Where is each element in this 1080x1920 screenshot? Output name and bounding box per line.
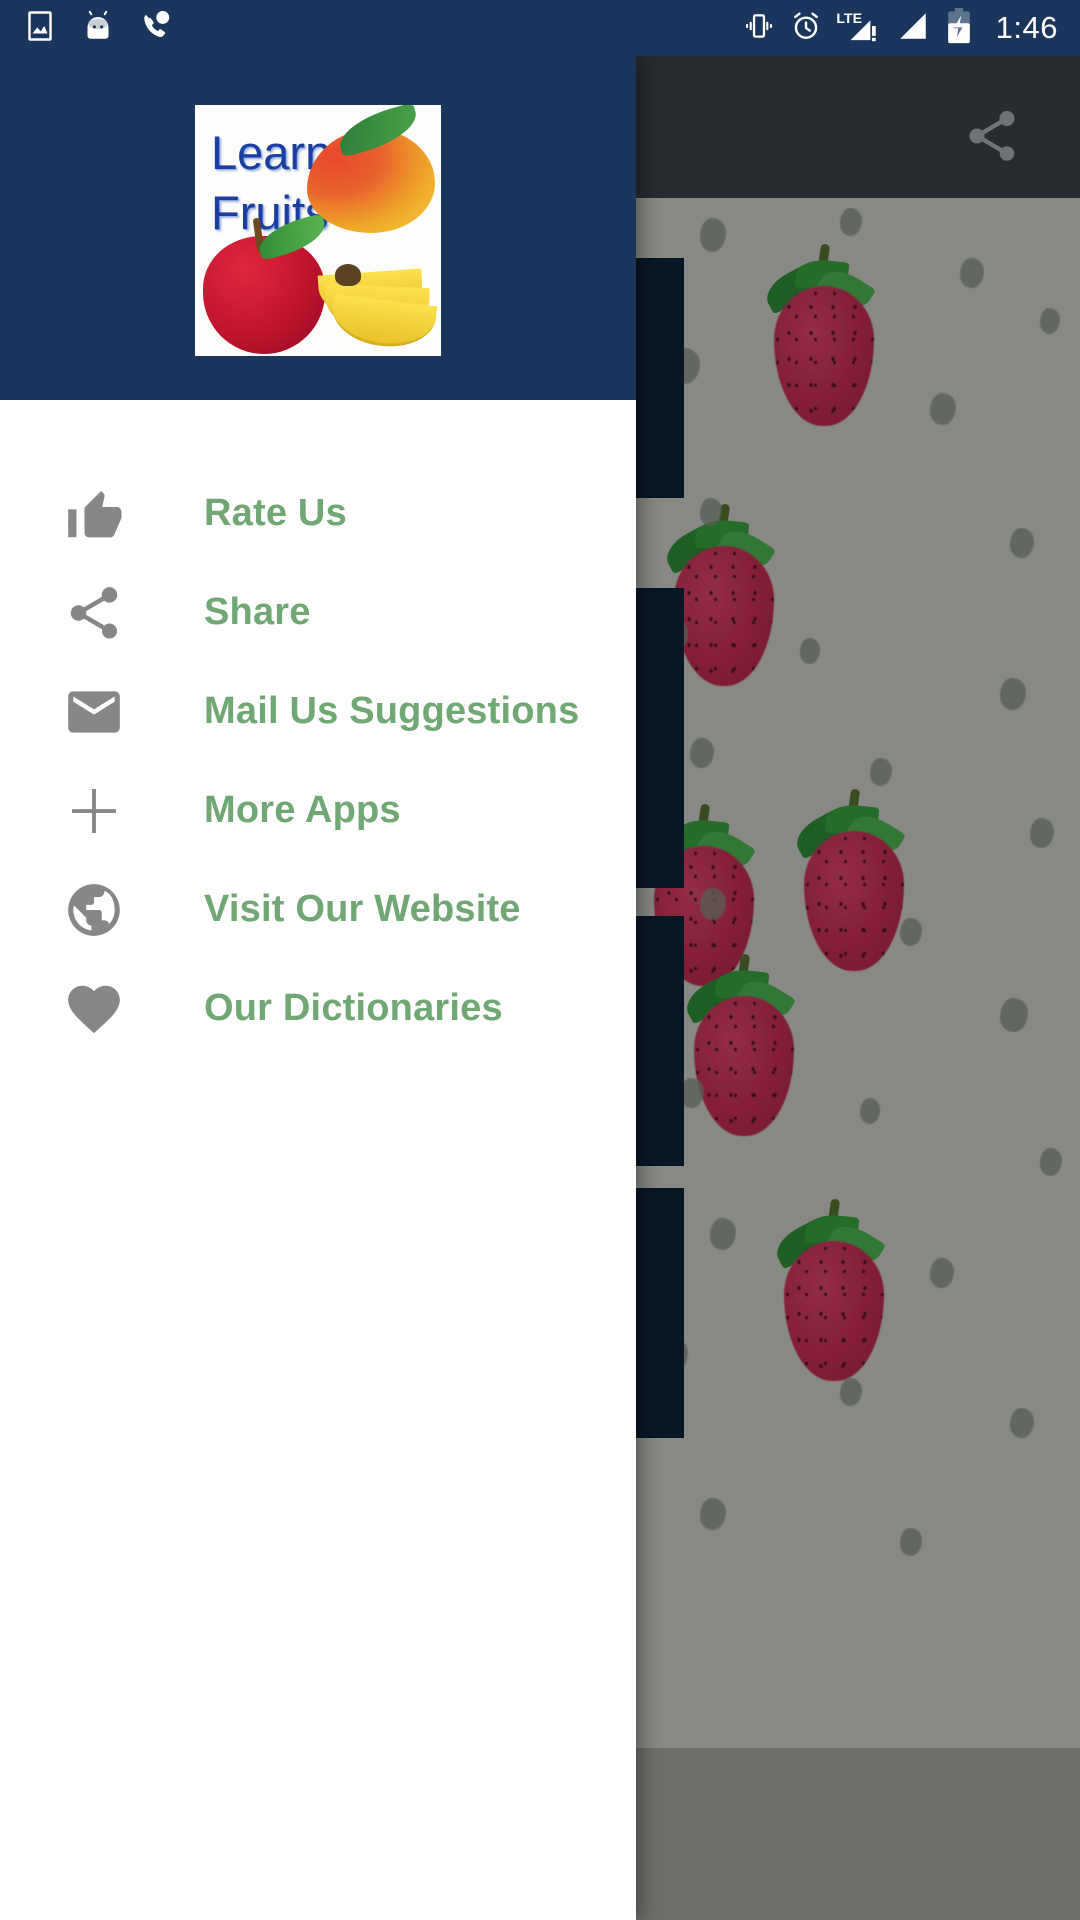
drawer-item-visit-our-website[interactable]: Visit Our Website [0, 860, 636, 959]
drawer-item-label: More Apps [204, 789, 401, 831]
drawer-item-rate-us[interactable]: Rate Us [0, 464, 636, 563]
status-bar-left-icons [22, 8, 174, 49]
drawer-item-label: Visit Our Website [204, 888, 521, 930]
drawer-item-share[interactable]: Share [0, 563, 636, 662]
heart-icon [58, 973, 130, 1045]
battery-charging-icon [944, 7, 974, 49]
drawer-header: Learn Fruits [0, 56, 636, 400]
status-bar-clock: 1:46 [995, 10, 1058, 45]
lte-signal-warning-icon: LTE [836, 9, 882, 48]
strawberry-image [790, 783, 920, 973]
globe-icon [58, 874, 130, 946]
share-icon [58, 577, 130, 649]
drawer-item-label: Share [204, 591, 311, 633]
android-bugdroid-icon [80, 8, 116, 49]
card-edge-strip [636, 258, 684, 498]
navigation-drawer: Learn Fruits Rate Us Share Mail Us Sugge… [0, 56, 636, 1920]
drawer-item-our-dictionaries[interactable]: Our Dictionaries [0, 959, 636, 1058]
drawer-item-label: Mail Us Suggestions [204, 690, 580, 732]
drawer-item-more-apps[interactable]: More Apps [0, 761, 636, 860]
phone-call-icon [138, 8, 174, 49]
learn-fruits-logo: Learn Fruits [195, 105, 441, 356]
photo-image-icon [22, 8, 58, 49]
phone-screen: LTE 1:46 Learn Fruits Rate Us Share Mail… [0, 0, 1080, 1920]
vibrate-mode-icon [742, 9, 776, 48]
drawer-item-label: Our Dictionaries [204, 987, 503, 1029]
alarm-clock-icon [789, 9, 823, 48]
thumbs-up-icon [58, 478, 130, 550]
card-edge-strip [636, 588, 684, 888]
share-action-icon[interactable] [962, 106, 1022, 166]
drawer-item-mail-us-suggestions[interactable]: Mail Us Suggestions [0, 662, 636, 761]
signal-bars-icon [895, 9, 931, 48]
plus-icon [58, 775, 130, 847]
status-bar-right-icons: LTE 1:46 [742, 7, 1058, 49]
drawer-item-label: Rate Us [204, 492, 347, 534]
strawberry-image [760, 238, 890, 428]
strawberry-image [770, 1193, 900, 1383]
card-edge-strip [636, 916, 684, 1166]
bananas-image [311, 256, 439, 353]
mail-icon [58, 676, 130, 748]
svg-text:LTE: LTE [836, 11, 862, 27]
strawberry-image [680, 948, 810, 1138]
drawer-menu-list: Rate Us Share Mail Us Suggestions More A… [0, 400, 636, 1058]
status-bar: LTE 1:46 [0, 0, 1080, 56]
card-edge-strip [636, 1188, 684, 1438]
